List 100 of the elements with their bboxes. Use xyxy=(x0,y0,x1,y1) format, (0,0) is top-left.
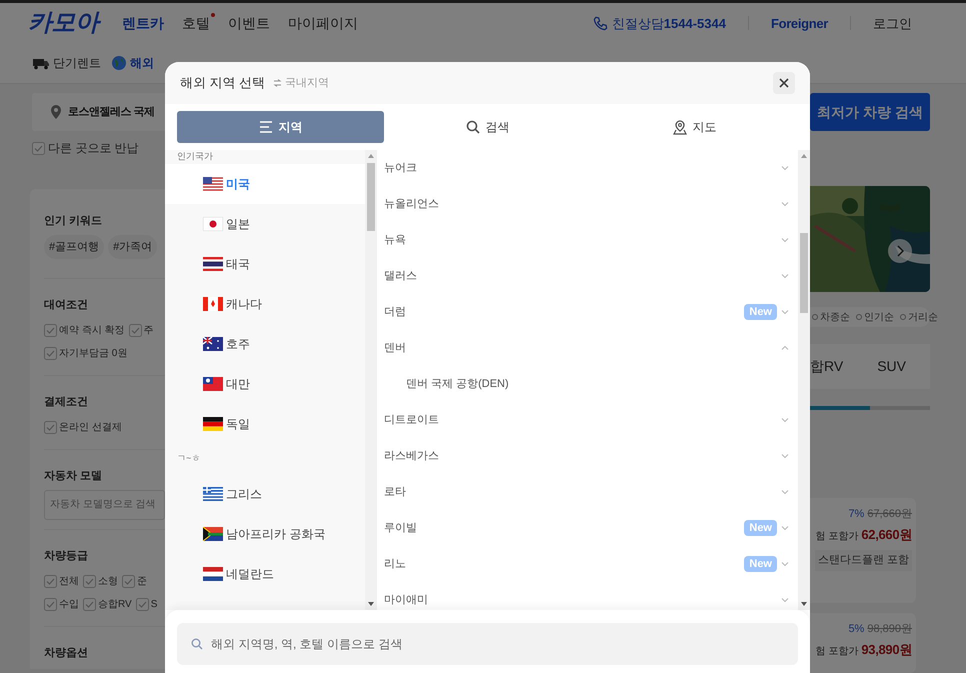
discount-rate: 5% xyxy=(848,622,864,637)
login-link[interactable]: 로그인 xyxy=(873,14,912,34)
checkbox-label: 전체 xyxy=(59,574,79,588)
city-item[interactable]: 로타 xyxy=(383,474,798,510)
original-price: 67,660원 xyxy=(867,507,912,522)
flag-icon xyxy=(203,566,223,580)
checkbox-label: 소형 xyxy=(98,574,118,588)
sort-option[interactable]: 인기순 xyxy=(856,310,894,324)
price: 93,890원 xyxy=(861,640,912,658)
chevron-down-icon xyxy=(781,273,789,279)
model-search-field[interactable]: 자동차 모델명으로 검색 xyxy=(44,490,165,520)
close-button[interactable] xyxy=(773,72,795,94)
city-item[interactable]: 뉴올리언스 xyxy=(383,186,798,222)
scrollbar[interactable] xyxy=(798,150,810,610)
keyword-chip[interactable]: #가족여 xyxy=(108,234,158,259)
checkbox[interactable] xyxy=(83,574,96,588)
search-icon xyxy=(191,638,203,650)
scrollbar-thumb[interactable] xyxy=(800,233,808,313)
checkbox[interactable] xyxy=(44,574,57,588)
checkbox-label: S xyxy=(150,598,158,612)
scroll-up-icon[interactable] xyxy=(368,154,374,158)
checkbox[interactable] xyxy=(122,574,135,588)
city-item[interactable]: 더럼 New xyxy=(383,294,798,330)
keyword-chip[interactable]: #골프여행 xyxy=(44,234,104,259)
flag-icon xyxy=(203,256,223,270)
class-tab[interactable]: SUV xyxy=(877,356,906,377)
chevron-right-icon xyxy=(896,245,904,257)
checkbox[interactable] xyxy=(32,142,45,154)
truck-icon xyxy=(32,56,50,70)
city-item[interactable]: 라스베가스 xyxy=(383,438,798,474)
chevron-down-icon xyxy=(781,237,789,243)
checkbox[interactable] xyxy=(128,324,142,336)
class-tab[interactable]: 합RV xyxy=(810,356,844,377)
city-item[interactable]: 뉴욕 xyxy=(383,222,798,258)
map-pin-icon xyxy=(672,120,686,134)
checkbox[interactable] xyxy=(44,420,57,434)
country-item[interactable]: 남아프리카 공화국 xyxy=(165,514,365,554)
country-item[interactable]: 일본 xyxy=(165,204,365,244)
original-price: 98,890원 xyxy=(867,622,912,637)
city-item[interactable]: 루이빌 New xyxy=(383,510,798,546)
chevron-down-icon xyxy=(781,453,789,459)
city-item[interactable]: 리노 New xyxy=(383,546,798,582)
country-item[interactable]: 호주 xyxy=(165,324,365,364)
country-item[interactable]: 캐나다 xyxy=(165,284,365,324)
plan-tag: 스탠다드플랜 포함 xyxy=(814,550,912,570)
sort-option[interactable]: 차종순 xyxy=(812,310,850,324)
checkbox[interactable] xyxy=(83,598,96,610)
price-label: 험 포함가 xyxy=(816,530,858,544)
flag-icon xyxy=(203,376,223,390)
group-header: 인기국가 xyxy=(176,150,214,163)
chevron-down-icon xyxy=(781,165,789,171)
new-badge: New xyxy=(744,556,777,572)
scroll-down-icon[interactable] xyxy=(368,602,374,606)
close-icon xyxy=(779,78,789,88)
flag-icon xyxy=(203,526,223,540)
city-item[interactable]: 댈러스 xyxy=(383,258,798,294)
nav-link[interactable]: 이벤트 xyxy=(228,12,270,34)
country-item[interactable]: 태국 xyxy=(165,244,365,284)
new-badge: New xyxy=(744,304,777,320)
search-icon xyxy=(466,120,480,134)
service-tab[interactable]: 단기렌트 xyxy=(32,54,101,72)
chevron-up-icon xyxy=(781,345,789,351)
discount-rate: 7% xyxy=(848,507,864,522)
checkbox-label: 준 xyxy=(137,574,147,588)
scroll-down-icon[interactable] xyxy=(801,602,807,606)
chevron-down-icon xyxy=(781,525,789,531)
country-item[interactable]: 미국 xyxy=(165,164,365,204)
scrollbar[interactable] xyxy=(365,150,377,610)
checkbox-label: 다른 곳으로 반납 xyxy=(48,140,139,157)
airport-item[interactable]: 덴버 국제 공항(DEN) xyxy=(383,366,798,402)
location-pin-icon xyxy=(50,104,62,120)
checkbox-label: 주 xyxy=(144,324,154,338)
new-badge: New xyxy=(744,520,777,536)
checkbox[interactable] xyxy=(44,324,57,336)
nav-link[interactable]: 호텔 xyxy=(182,12,210,34)
city-item[interactable]: 덴버 xyxy=(383,330,798,366)
checkbox-label: 수입 xyxy=(59,598,79,612)
section-title: 대여조건 xyxy=(44,298,89,313)
country-item[interactable]: 네덜란드 xyxy=(165,554,365,594)
city-item[interactable]: 뉴어크 xyxy=(383,150,798,186)
region-tab[interactable]: 지역 xyxy=(177,111,384,143)
scroll-up-icon[interactable] xyxy=(801,154,807,158)
city-item[interactable]: 마이애미 xyxy=(383,582,798,610)
scrollbar-thumb[interactable] xyxy=(367,163,375,231)
region-search-field[interactable]: 해외 지역명, 역, 호텔 이름으로 검색 xyxy=(177,623,798,665)
country-item[interactable]: 대만 xyxy=(165,364,365,404)
checkbox[interactable] xyxy=(136,598,149,610)
checkbox[interactable] xyxy=(44,346,57,360)
nav-link[interactable]: 마이페이지 xyxy=(288,12,358,34)
chevron-down-icon xyxy=(781,489,789,495)
city-item[interactable]: 디트로이트 xyxy=(383,402,798,438)
checkbox[interactable] xyxy=(44,598,57,610)
sort-option[interactable]: 거리순 xyxy=(900,310,938,324)
location-text[interactable]: 로스앤젤레스 국제 xyxy=(68,104,155,120)
checkbox-label: 예약 즉시 확정 xyxy=(59,324,125,338)
country-item[interactable]: 독일 xyxy=(165,404,365,444)
chevron-down-icon xyxy=(781,417,789,423)
country-item[interactable]: 그리스 xyxy=(165,474,365,514)
flag-icon xyxy=(203,296,223,310)
section-title: 결제조건 xyxy=(44,395,89,410)
